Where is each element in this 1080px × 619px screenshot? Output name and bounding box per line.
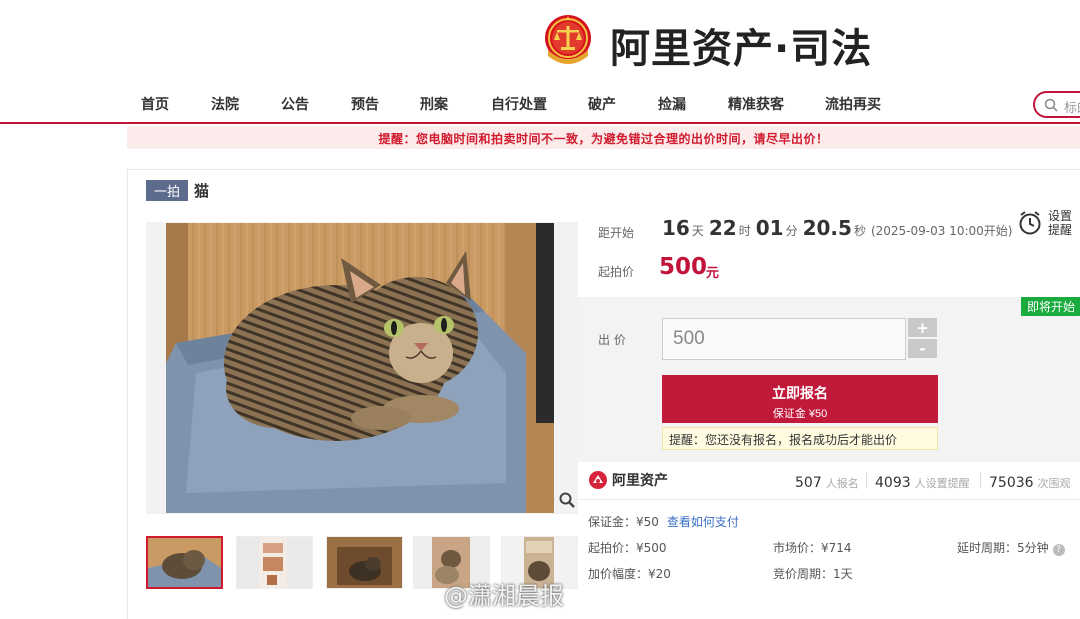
ali-assets-logo-icon [589, 471, 607, 489]
start-price-label: 起拍价 [598, 265, 635, 279]
start-price-unit: 元 [706, 266, 720, 281]
countdown-hours-unit: 时 [738, 224, 751, 238]
main-nav: 首页 法院 公告 预告 刑案 自行处置 破产 捡漏 精准获客 流拍再买 标的 [0, 86, 1080, 124]
status-badge: 即将开始 [1020, 297, 1080, 316]
countdown-days: 16 [662, 216, 690, 240]
search-placeholder: 标的 [1064, 101, 1080, 116]
zoom-icon[interactable] [559, 492, 575, 508]
main-item-image[interactable] [166, 223, 554, 513]
platform-name: 阿里资产 [612, 473, 668, 489]
countdown-minutes-unit: 分 [785, 224, 798, 238]
set-reminder-label: 设置 提醒 [1048, 209, 1073, 237]
search-icon [1044, 98, 1058, 112]
nav-item-court[interactable]: 法院 [211, 94, 239, 114]
thumbnail-3[interactable] [326, 536, 403, 589]
countdown-label: 距开始 [598, 226, 635, 240]
bid-tip: 提醒：您还没有报名，报名成功后才能出价 [662, 427, 938, 450]
nav-item-preview[interactable]: 预告 [351, 94, 379, 114]
increment-info: 加价幅度：¥20 [588, 567, 671, 581]
countdown-minutes: 01 [755, 216, 784, 240]
divider [866, 472, 867, 488]
site-brand: 阿里资产·司法 [610, 26, 873, 72]
divider [980, 472, 981, 488]
signup-deposit-label: 保证金 ¥50 [772, 407, 828, 420]
signup-count: 507 人报名 [795, 475, 859, 491]
nav-item-self-disposal[interactable]: 自行处置 [491, 94, 547, 114]
signup-button-label: 立即报名 [772, 384, 828, 401]
how-to-pay-link[interactable]: 查看如何支付 [667, 515, 739, 529]
start-price-value: 500 [659, 254, 708, 280]
nav-item-bankruptcy[interactable]: 破产 [588, 94, 616, 114]
item-title: 猫 [194, 182, 210, 200]
auction-page: 阿里资产·司法 首页 法院 公告 预告 刑案 自行处置 破产 捡漏 精准获客 流… [0, 0, 1080, 619]
help-icon[interactable]: ? [1052, 544, 1065, 556]
view-count: 75036 次围观 [989, 475, 1071, 491]
countdown-seconds: 20.5 [802, 216, 852, 240]
deposit-info: 保证金：¥50 查看如何支付 [588, 515, 739, 529]
nav-item-relist[interactable]: 流拍再买 [825, 94, 881, 114]
countdown-days-unit: 天 [691, 224, 704, 238]
search-input[interactable]: 标的 [1033, 91, 1080, 118]
start-price-info: 起拍价：¥500 [588, 541, 667, 555]
nav-item-announcement[interactable]: 公告 [281, 94, 309, 114]
bid-label: 出 价 [598, 333, 626, 347]
court-emblem-icon [545, 15, 591, 64]
nav-item-bargain[interactable]: 捡漏 [658, 94, 686, 114]
time-warning-bar: 提醒：您电脑时间和拍卖时间不一致，为避免错过合理的出价时间，请尽早出价！ [127, 126, 1080, 149]
bid-amount-input[interactable] [662, 318, 906, 360]
countdown-hours: 22 [708, 216, 737, 240]
round-badge: 一拍 [146, 180, 189, 201]
decrease-bid-button[interactable]: - [908, 339, 937, 358]
time-warning-text: 提醒：您电脑时间和拍卖时间不一致，为避免错过合理的出价时间，请尽早出价！ [378, 132, 829, 146]
thumbnail-1[interactable] [146, 536, 223, 589]
start-time: (2025-09-03 10:00开始) [870, 224, 1013, 238]
reminder-count: 4093 人设置提醒 [875, 475, 970, 491]
nav-item-criminal[interactable]: 刑案 [420, 94, 448, 114]
auction-item-panel: 一拍 猫 距开始 16 天 22 时 01 分 20.5 秒 (2025-09-… [127, 169, 1080, 619]
countdown: 16 天 22 时 01 分 20.5 秒 (2025-09-03 10:00开始) [662, 216, 1012, 240]
increase-bid-button[interactable]: + [908, 318, 937, 337]
signup-button[interactable]: 立即报名 保证金 ¥50 [662, 375, 938, 423]
alarm-clock-icon [1019, 211, 1041, 235]
countdown-seconds-unit: 秒 [853, 224, 866, 238]
set-reminder-button[interactable]: 设置 提醒 [1018, 208, 1078, 242]
thumbnail-2[interactable] [236, 536, 313, 589]
watermark: @潇湘晨报 [444, 582, 564, 610]
bid-period-info: 竞价周期：1天 [773, 567, 853, 581]
nav-item-precise-leads[interactable]: 精准获客 [728, 94, 784, 114]
stats-bar: 阿里资产 507 人报名 4093 人设置提醒 75036 次围观 [578, 462, 1080, 500]
nav-item-home[interactable]: 首页 [141, 94, 169, 114]
site-header: 阿里资产·司法 [0, 0, 1080, 86]
market-price-info: 市场价：¥714 [773, 541, 852, 555]
delay-period-info: 延时周期：5分钟? [957, 539, 1065, 556]
